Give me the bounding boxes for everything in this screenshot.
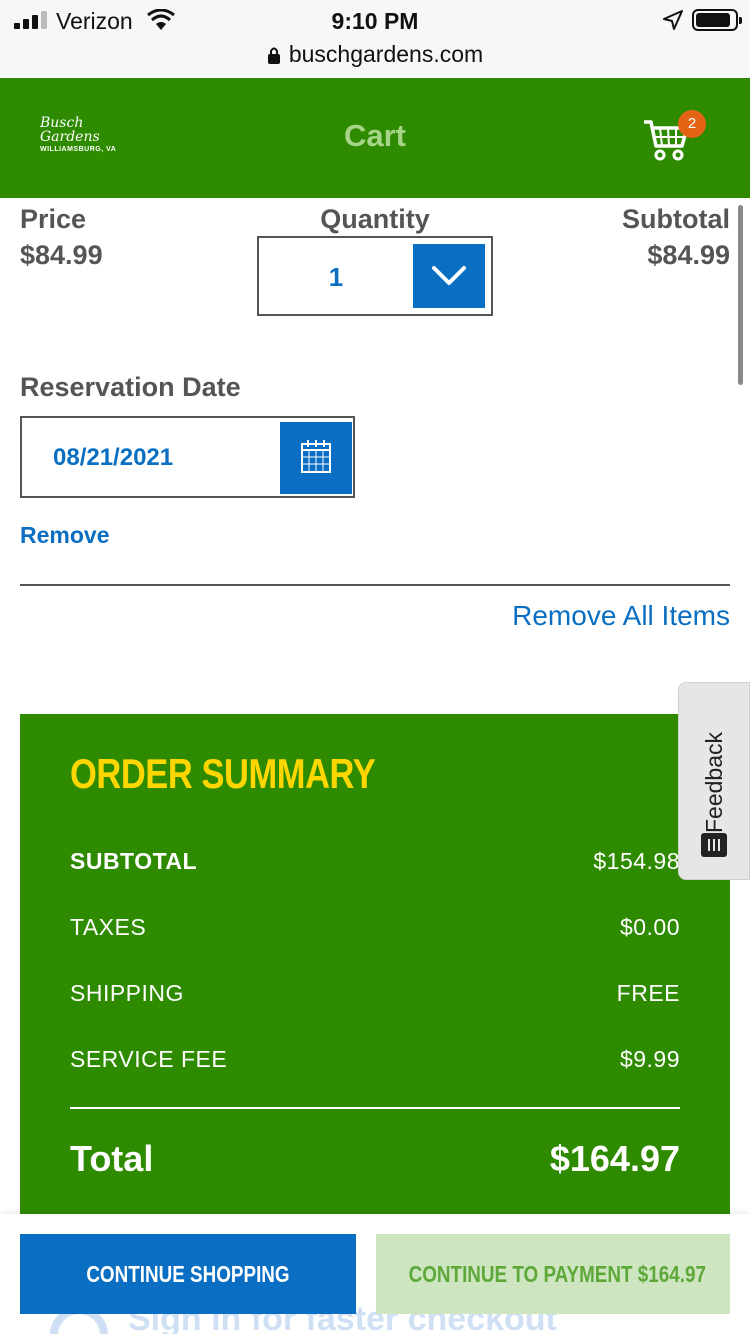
remove-all-items-link[interactable]: Remove All Items [512, 600, 730, 632]
continue-to-payment-button[interactable]: CONTINUE TO PAYMENT $164.97 [376, 1234, 730, 1314]
divider [20, 584, 730, 586]
summary-row-value: $0.00 [619, 914, 680, 940]
cart-count-badge: 2 [678, 110, 706, 138]
continue-shopping-button[interactable]: CONTINUE SHOPPING [20, 1234, 356, 1314]
subtotal-label: Subtotal [622, 204, 730, 234]
total-label: Total [70, 1138, 154, 1179]
site-header: Busch Gardens WILLIAMSBURG, VA Cart [0, 78, 750, 198]
reservation-date-label: Reservation Date [20, 372, 241, 402]
calendar-button[interactable] [280, 422, 352, 494]
quantity-value: 1 [328, 262, 344, 292]
reservation-date-field[interactable]: 08/21/2021 [20, 416, 355, 498]
lock-icon [267, 47, 280, 64]
quantity-select[interactable]: 1 [257, 236, 493, 316]
chevron-down-icon [432, 266, 466, 285]
url-text: buschgardens.com [288, 41, 484, 67]
feedback-icon [701, 833, 727, 857]
summary-row-label: TAXES [70, 914, 147, 940]
summary-row-value: $154.98 [593, 848, 680, 874]
status-bar: Verizon 9:10 PM [0, 0, 750, 40]
quantity-dropdown-button[interactable] [413, 244, 485, 308]
reservation-date-value: 08/21/2021 [53, 444, 174, 471]
price-value: $84.99 [20, 240, 103, 270]
summary-row-value: $9.99 [619, 1046, 680, 1072]
address-bar[interactable]: buschgardens.com [0, 40, 750, 78]
order-summary-title: ORDER SUMMARY [70, 750, 376, 797]
battery-icon [692, 9, 742, 31]
continue-to-payment-label: CONTINUE TO PAYMENT $164.97 [408, 1261, 706, 1287]
calendar-icon [301, 440, 331, 473]
feedback-tab[interactable]: Feedback [678, 682, 750, 880]
summary-row-label: SERVICE FEE [70, 1046, 228, 1072]
summary-row-label: SHIPPING [70, 980, 184, 1006]
subtotal-value: $84.99 [647, 240, 730, 270]
order-summary: ORDER SUMMARY SUBTOTAL $154.98 TAXES $0.… [20, 714, 730, 1234]
status-time: 9:10 PM [331, 8, 419, 34]
continue-shopping-label: CONTINUE SHOPPING [86, 1261, 290, 1287]
remove-item-link[interactable]: Remove [20, 522, 109, 549]
checkout-bar: Sign in for faster checkout CONTINUE SHO… [0, 1214, 750, 1334]
summary-divider [70, 1107, 680, 1109]
feedback-label: Feedback [701, 731, 727, 833]
summary-row-label: SUBTOTAL [70, 848, 198, 874]
location-arrow-icon [663, 10, 683, 30]
page-title: Cart [343, 118, 406, 153]
summary-row-value: FREE [616, 980, 680, 1006]
total-value: $164.97 [549, 1138, 680, 1179]
